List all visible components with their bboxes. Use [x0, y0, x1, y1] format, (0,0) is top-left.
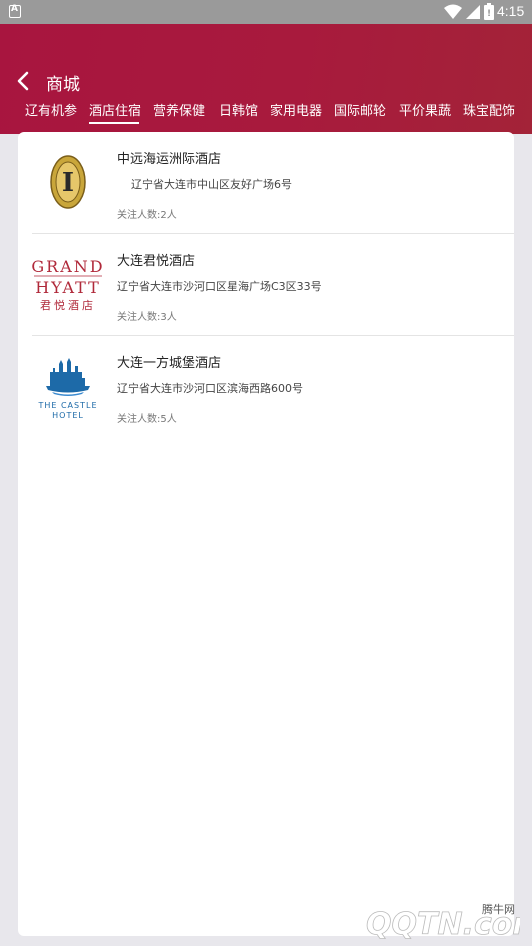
svg-text:!: !: [487, 9, 491, 19]
status-time: 4:15: [497, 3, 525, 19]
page-title: 商城: [46, 75, 80, 95]
svg-text:HYATT: HYATT: [35, 278, 101, 297]
back-arrow-icon[interactable]: [12, 68, 36, 96]
hotel-name: 大连一方城堡酒店: [117, 356, 222, 371]
tab-fruits-vegetables[interactable]: 平价果蔬: [399, 100, 451, 119]
grand-hyatt-logo: GRAND HYATT 君悦酒店: [32, 248, 104, 320]
app-notification-icon: [9, 4, 21, 18]
hotel-list-item[interactable]: I 中远海运洲际酒店 辽宁省大连市中山区友好广场6号 关注人数:2人: [18, 132, 514, 234]
hotel-list-item[interactable]: THE CASTLE HOTEL 大连一方城堡酒店 辽宁省大连市沙河口区滨海西路…: [18, 336, 514, 436]
watermark-text: 腾牛网: [482, 903, 515, 916]
hotel-list: I 中远海运洲际酒店 辽宁省大连市中山区友好广场6号 关注人数:2人 GRAND…: [18, 132, 514, 936]
hotel-address: 辽宁省大连市沙河口区滨海西路600号: [117, 382, 303, 395]
active-tab-indicator: [89, 122, 139, 124]
tab-organic-ginseng[interactable]: 辽有机参: [25, 100, 77, 119]
tab-cruise[interactable]: 国际邮轮: [334, 100, 386, 119]
hotel-followers: 关注人数:5人: [117, 414, 177, 425]
tab-nutrition-health[interactable]: 营养保健: [153, 100, 205, 119]
svg-text:君悦酒店: 君悦酒店: [40, 298, 96, 312]
intercontinental-logo: I: [32, 146, 104, 218]
hotel-followers: 关注人数:2人: [117, 210, 177, 221]
signal-icon: [466, 5, 480, 19]
svg-text:THE CASTLE: THE CASTLE: [37, 401, 97, 410]
header: 商城 辽有机参 酒店住宿 营养保健 日韩馆 家用电器 国际邮轮 平价果蔬 珠宝配…: [0, 24, 532, 134]
hotel-list-item[interactable]: GRAND HYATT 君悦酒店 大连君悦酒店 辽宁省大连市沙河口区星海广场C3…: [18, 234, 514, 336]
hotel-name: 中远海运洲际酒店: [117, 152, 222, 167]
tab-home-appliances[interactable]: 家用电器: [270, 100, 322, 119]
battery-icon: !: [484, 3, 494, 20]
tab-hotel-stay[interactable]: 酒店住宿: [89, 100, 141, 119]
svg-text:HOTEL: HOTEL: [52, 411, 84, 420]
hotel-address: 辽宁省大连市中山区友好广场6号: [131, 178, 292, 191]
castle-hotel-logo: THE CASTLE HOTEL: [32, 350, 104, 422]
hotel-address: 辽宁省大连市沙河口区星海广场C3区33号: [117, 280, 322, 293]
status-bar: ! 4:15: [0, 0, 532, 24]
wifi-icon: [444, 4, 462, 19]
hotel-followers: 关注人数:3人: [117, 312, 177, 323]
svg-text:GRAND: GRAND: [32, 257, 104, 276]
category-tabs: 辽有机参 酒店住宿 营养保健 日韩馆 家用电器 国际邮轮 平价果蔬 珠宝配饰: [0, 96, 532, 128]
svg-text:I: I: [62, 168, 74, 198]
tab-jewelry[interactable]: 珠宝配饰: [463, 100, 515, 119]
tab-japan-korea[interactable]: 日韩馆: [219, 100, 258, 119]
hotel-name: 大连君悦酒店: [117, 254, 196, 269]
